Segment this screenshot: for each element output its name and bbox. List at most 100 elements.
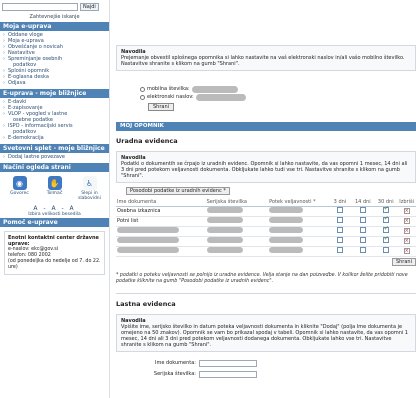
redacted-value: [117, 237, 179, 243]
expiry-cell: [268, 236, 329, 247]
tool-speaker[interactable]: ◉ Govorec: [5, 176, 35, 201]
redacted-value: [206, 217, 243, 223]
reminder-checkbox[interactable]: [359, 237, 366, 243]
document-name-cell: [116, 246, 206, 257]
reminder-checkbox[interactable]: [359, 247, 366, 253]
reminder-checkbox[interactable]: [336, 227, 343, 233]
table-row: Osebna izkaznica ×: [116, 205, 416, 217]
reminder-checkbox[interactable]: [336, 237, 343, 243]
serial-cell: [205, 216, 269, 227]
contact-title: Enotni kontaktni center državne uprave:: [8, 235, 99, 247]
footnote: * podatki o poteku veljavnosti se polnij…: [116, 272, 408, 284]
email-row: elektronski naslov:: [140, 93, 250, 101]
search-input[interactable]: [2, 3, 78, 11]
reminder-checkbox[interactable]: [336, 247, 343, 253]
font-size-switcher[interactable]: A - A - A: [0, 205, 109, 212]
serial-cell: [205, 246, 269, 257]
tool-accessibility[interactable]: ♿ Slepi in slabovidni: [75, 176, 105, 201]
document-name-cell: Osebna izkaznica: [116, 206, 206, 217]
reminder-cell: [328, 246, 352, 257]
reminder-checkbox[interactable]: [382, 205, 389, 213]
reminder-cell: [351, 216, 375, 227]
own-notice: Navodila Vpišite ime, serijsko številko …: [116, 313, 416, 352]
reminder-checkbox[interactable]: [359, 227, 366, 233]
reminder-checkbox[interactable]: [359, 207, 366, 213]
section-shortcuts: E-uprava - moje bližnjice: [0, 89, 109, 98]
tool-interpreter[interactable]: ✋ Tolmač: [40, 176, 70, 201]
delete-cell: ×: [397, 216, 416, 227]
document-name-cell: [116, 226, 206, 237]
redacted-value: [269, 227, 304, 233]
delete-icon[interactable]: ×: [403, 238, 410, 244]
menu-item[interactable]: Dodaj lastne povezave: [3, 154, 106, 160]
reminder-cell: [328, 226, 352, 237]
delete-icon[interactable]: ×: [403, 208, 410, 214]
search-button[interactable]: Najdi: [80, 3, 99, 11]
sidebar: Najdi Zahtevnejše iskanje Moja e-uprava …: [0, 0, 110, 398]
reminder-checkbox[interactable]: [382, 215, 389, 223]
col-name: Ime dokumenta: [116, 198, 206, 207]
redacted-value: [269, 247, 304, 253]
advanced-search-link[interactable]: Zahtevnejše iskanje: [0, 14, 109, 20]
expiry-cell: [268, 226, 329, 237]
delete-cell: ×: [397, 246, 416, 257]
col-delete: Izbriši: [397, 198, 416, 207]
reminder-cell: [374, 235, 398, 247]
reminder-checkbox[interactable]: [336, 207, 343, 213]
table-row: Potni list ×: [116, 215, 416, 227]
mobile-radio[interactable]: [140, 86, 145, 92]
document-name-input[interactable]: [199, 359, 257, 367]
redacted-value: [269, 207, 304, 213]
menu-shortcuts: E-davki E-zapisovanje VLOP - vpogled v l…: [0, 98, 109, 143]
main-content: Navodila Prejemanje obvestil splošnega o…: [110, 0, 416, 398]
redacted-value: [206, 227, 243, 233]
serial-cell: [205, 226, 269, 237]
mobile-row: mobilna številka:: [140, 85, 250, 93]
menu-item[interactable]: E-demokracija: [3, 135, 106, 141]
delete-icon[interactable]: ×: [403, 228, 410, 234]
divider: [116, 292, 416, 294]
table-row: ×: [116, 246, 416, 257]
redacted-value: [206, 207, 243, 213]
delete-cell: ×: [397, 226, 416, 237]
serial-label: Serijska številka:: [153, 371, 196, 377]
own-evidence-title: Lastna evidenca: [116, 299, 176, 308]
email-radio[interactable]: [140, 94, 145, 100]
tool-label: Slepi in slabovidni: [78, 191, 101, 201]
form-row: Ime dokumenta:: [152, 358, 416, 369]
delete-icon[interactable]: ×: [403, 248, 410, 254]
col-14days: 14 dni: [351, 198, 375, 207]
evidence-notice-text: Podatki o dokumentih se črpajo iz uradni…: [121, 161, 408, 179]
evidence-title: Uradna evidenca: [116, 137, 178, 145]
reminder-checkbox[interactable]: [382, 247, 389, 253]
refresh-button[interactable]: Posodobi podatke iz uradnih evidenc *: [126, 187, 230, 195]
own-document-form: Ime dokumenta: Serijska številka:: [152, 358, 416, 380]
accessibility-icon: ♿: [82, 176, 97, 190]
serial-number-input[interactable]: [199, 370, 257, 378]
reminder-checkbox[interactable]: [336, 217, 343, 223]
reminder-cell: [328, 216, 352, 227]
expiry-cell: [268, 206, 329, 217]
col-expiry: Potek veljavnosti *: [268, 198, 329, 207]
table-save-button[interactable]: Shrani: [391, 257, 416, 266]
reminder-checkbox[interactable]: [382, 235, 389, 243]
reminder-cell: [351, 236, 375, 247]
save-button[interactable]: Shrani: [148, 103, 175, 111]
table-row: ×: [116, 225, 416, 237]
menu-moja-euprava: Oddane vloge Moja e-uprava Obveščanje o …: [0, 31, 109, 88]
section-web-shortcuts: Svetovni splet - moje bližnjice: [0, 144, 109, 153]
delete-icon[interactable]: ×: [403, 218, 410, 224]
delete-cell: ×: [397, 236, 416, 247]
reminder-cell: [328, 206, 352, 217]
reminder-checkbox[interactable]: [359, 217, 366, 223]
section-help: Pomoč e-uprave: [0, 218, 109, 227]
contact-line: (od ponedeljka do nedelje od 7. do 22. u…: [8, 259, 101, 270]
menu-item[interactable]: Odjava: [3, 80, 106, 86]
font-size-label: Izbira velikosti besedila: [28, 212, 81, 217]
form-row: Serijska številka:: [152, 369, 416, 380]
section-bar: MOJ OPOMNIK: [116, 122, 416, 131]
reminder-checkbox[interactable]: [382, 225, 389, 233]
redacted-value: [206, 237, 243, 243]
mobile-label: mobilna številka:: [147, 86, 190, 92]
reminder-cell: [374, 246, 398, 257]
